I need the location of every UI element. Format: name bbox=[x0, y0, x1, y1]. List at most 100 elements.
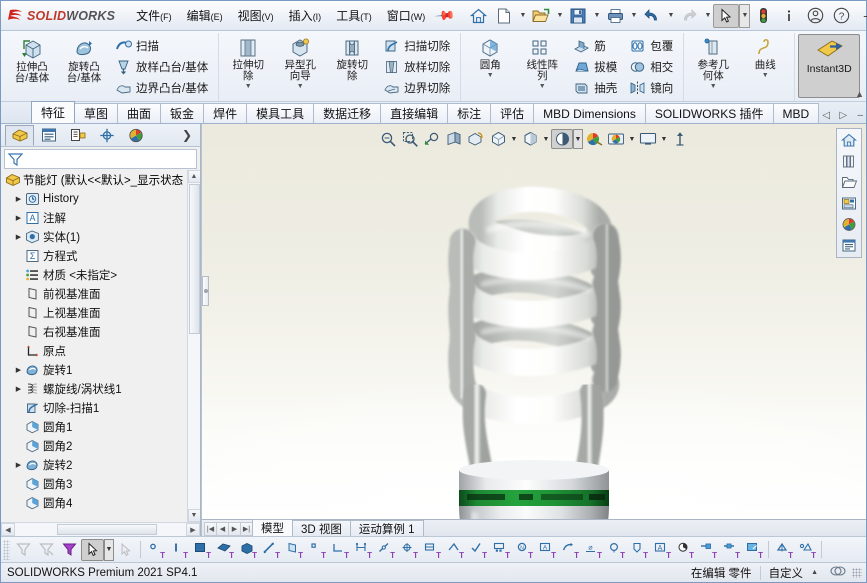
filter-balloon-button[interactable]: T bbox=[489, 539, 512, 561]
scroll-up-arrow-icon[interactable]: ▲ bbox=[187, 170, 200, 183]
tree-item-top-plane[interactable]: 上视基准面 bbox=[1, 303, 187, 322]
panel-splitter-handle[interactable] bbox=[202, 276, 209, 306]
filter-surface-bodies-button[interactable]: T bbox=[213, 539, 236, 561]
extrude-cut-dropdown[interactable]: ▼ bbox=[245, 83, 252, 90]
feature-tree-root[interactable]: 节能灯 (默认<<默认>_显示状态 1> bbox=[1, 171, 187, 189]
filter-solid-bodies-button[interactable]: T bbox=[236, 539, 259, 561]
filter-surface-finish-button[interactable]: T bbox=[466, 539, 489, 561]
tree-item-solid-bodies[interactable]: ▶ 实体(1) bbox=[1, 227, 187, 246]
filter-datum-button[interactable]: N T bbox=[512, 539, 535, 561]
vertical-scroll-thumb[interactable] bbox=[188, 184, 200, 334]
tree-item-annotations[interactable]: ▶ A 注解 bbox=[1, 208, 187, 227]
view-settings-dropdown[interactable]: ▼ bbox=[627, 129, 637, 149]
tab-mbd[interactable]: MBD bbox=[772, 103, 820, 123]
select-other-button[interactable] bbox=[114, 539, 137, 561]
new-document-dropdown[interactable]: ▼ bbox=[517, 4, 528, 28]
tree-item-front-plane[interactable]: 前视基准面 bbox=[1, 284, 187, 303]
hide-show-items-button[interactable] bbox=[519, 129, 541, 149]
viewport-layout-button[interactable] bbox=[637, 129, 659, 149]
filter-connection-point-button[interactable]: T bbox=[719, 539, 742, 561]
filter-area-hatch-button[interactable]: T bbox=[673, 539, 696, 561]
tree-item-revolve2[interactable]: ▶ 旋转2 bbox=[1, 455, 187, 474]
status-customize-label[interactable]: 自定义 bbox=[769, 565, 804, 581]
mirror-button[interactable]: 镜向 bbox=[626, 77, 678, 98]
window-resize-grip[interactable] bbox=[852, 567, 862, 578]
tree-item-sweep-cut1[interactable]: 切除-扫描1 bbox=[1, 398, 187, 417]
select-tool-button[interactable] bbox=[81, 538, 104, 561]
scroll-right-arrow-icon[interactable]: ▶ bbox=[186, 523, 200, 536]
menu-insert[interactable]: 插入(I) bbox=[282, 4, 329, 27]
filter-toggle-button[interactable] bbox=[58, 539, 81, 561]
menu-tools[interactable]: 工具(T) bbox=[329, 4, 379, 27]
panel-next-button[interactable]: ▷ bbox=[835, 107, 851, 123]
filter-sketch-segments-button[interactable]: T bbox=[328, 539, 351, 561]
tree-item-fillet1[interactable]: 圆角1 bbox=[1, 417, 187, 436]
home-button[interactable] bbox=[465, 4, 491, 28]
tab-direct-editing[interactable]: 直接编辑 bbox=[380, 103, 449, 123]
tab-weldments[interactable]: 焊件 bbox=[203, 103, 248, 123]
tab-surfaces[interactable]: 曲面 bbox=[117, 103, 162, 123]
filter-gtol-button[interactable]: T bbox=[604, 539, 627, 561]
tab-mold-tools[interactable]: 模具工具 bbox=[246, 103, 315, 123]
tree-item-equations[interactable]: Σ 方程式 bbox=[1, 246, 187, 265]
filter-weld-beads-button[interactable]: T bbox=[420, 539, 443, 561]
boundary-cut-button[interactable]: 边界切除 bbox=[380, 77, 455, 98]
fillet-button[interactable]: 圆角 ▼ bbox=[464, 34, 516, 80]
filter-vertices-button[interactable]: T bbox=[144, 539, 167, 561]
rib-button[interactable]: 筋 bbox=[570, 35, 622, 56]
configuration-manager-tab[interactable] bbox=[63, 125, 92, 146]
edit-appearance-button[interactable] bbox=[551, 129, 573, 149]
expand-arrow-icon[interactable]: ▶ bbox=[13, 461, 24, 469]
menu-edit[interactable]: 编辑(E) bbox=[180, 4, 230, 27]
curves-button[interactable]: 曲线 ▼ bbox=[739, 34, 791, 80]
tab-solidworks-addins[interactable]: SOLIDWORKS 插件 bbox=[644, 103, 774, 123]
design-library-button[interactable] bbox=[838, 151, 860, 172]
feature-tree-filter[interactable] bbox=[4, 149, 197, 169]
filter-weldment-button[interactable]: T bbox=[772, 539, 795, 561]
view-orientation-cube-button[interactable] bbox=[669, 129, 691, 149]
sweep-cut-button[interactable]: 扫描切除 bbox=[380, 35, 455, 56]
select-dropdown[interactable]: ▼ bbox=[739, 3, 751, 28]
tab-sheetmetal[interactable]: 钣金 bbox=[160, 103, 205, 123]
filter-cosmetic-thread-button[interactable]: T bbox=[795, 539, 818, 561]
scroll-left-arrow-icon[interactable]: ◀ bbox=[1, 523, 15, 536]
doc-tab-3dviews[interactable]: 3D 视图 bbox=[292, 520, 351, 536]
boundary-boss-button[interactable]: 边界凸台/基体 bbox=[112, 77, 213, 98]
shell-button[interactable]: 抽壳 bbox=[570, 77, 622, 98]
zoom-to-area-button[interactable] bbox=[399, 129, 421, 149]
filter-off-button[interactable] bbox=[12, 539, 35, 561]
redo-button[interactable] bbox=[676, 4, 702, 28]
toolbar-grip[interactable] bbox=[3, 539, 10, 560]
extrude-cut-button[interactable]: 拉伸切 除 ▼ bbox=[222, 34, 274, 91]
sweep-button[interactable]: 扫描 bbox=[112, 35, 213, 56]
draft-button[interactable]: 拔模 bbox=[570, 56, 622, 77]
menu-window[interactable]: 窗口(W) bbox=[380, 4, 433, 27]
account-button[interactable] bbox=[802, 4, 828, 28]
filter-clear-button[interactable] bbox=[35, 539, 58, 561]
loft-boss-button[interactable]: 放样凸台/基体 bbox=[112, 56, 213, 77]
display-style-button[interactable] bbox=[487, 129, 509, 149]
doc-tab-motion-study[interactable]: 运动算例 1 bbox=[349, 520, 424, 536]
undo-button[interactable] bbox=[639, 4, 665, 28]
menu-view[interactable]: 视图(V) bbox=[231, 4, 281, 27]
apply-scene-button[interactable] bbox=[583, 129, 605, 149]
redo-dropdown[interactable]: ▼ bbox=[702, 4, 713, 28]
expand-arrow-icon[interactable]: ▶ bbox=[13, 214, 24, 222]
filter-axes-button[interactable]: T bbox=[259, 539, 282, 561]
previous-view-button[interactable] bbox=[421, 129, 443, 149]
appearances-scenes-button[interactable] bbox=[838, 214, 860, 235]
undo-dropdown[interactable]: ▼ bbox=[665, 4, 676, 28]
display-style-dropdown[interactable]: ▼ bbox=[509, 129, 519, 149]
filter-sketch-dims-button[interactable]: T bbox=[351, 539, 374, 561]
tab-mbd-dimensions[interactable]: MBD Dimensions bbox=[533, 103, 646, 123]
view-palette-button[interactable] bbox=[838, 193, 860, 214]
new-document-button[interactable] bbox=[491, 4, 517, 28]
viewport-layout-dropdown[interactable]: ▼ bbox=[659, 129, 669, 149]
feature-tree-horizontal-scrollbar[interactable]: ◀ ▶ bbox=[1, 522, 200, 536]
select-button[interactable] bbox=[713, 3, 740, 28]
doc-minimize-button[interactable]: – bbox=[852, 107, 867, 123]
reference-geometry-button[interactable]: 参考几 何体 ▼ bbox=[687, 34, 739, 91]
tree-item-revolve1[interactable]: ▶ 旋转1 bbox=[1, 360, 187, 379]
property-manager-tab[interactable] bbox=[34, 125, 63, 146]
linear-pattern-dropdown[interactable]: ▼ bbox=[539, 83, 546, 90]
